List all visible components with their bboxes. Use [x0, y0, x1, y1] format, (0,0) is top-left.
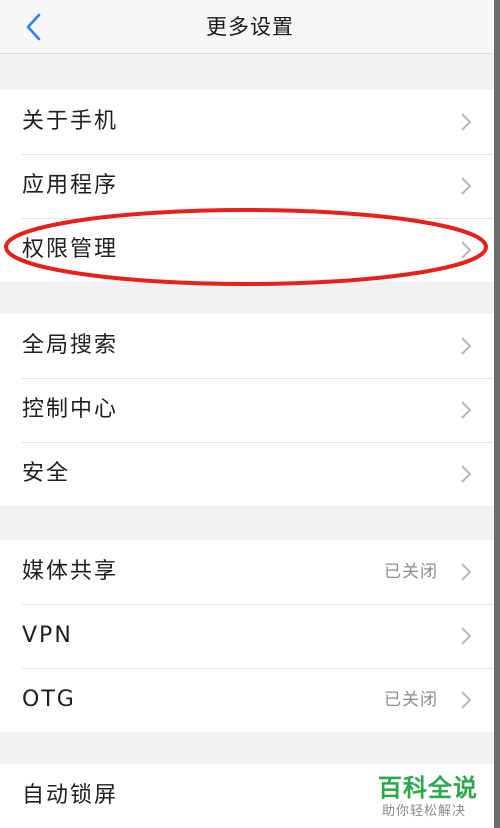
settings-row-media-sharing[interactable]: 媒体共享 已关闭: [0, 540, 494, 604]
row-label: OTG: [22, 687, 76, 712]
row-label: VPN: [22, 623, 73, 648]
watermark: 百科全说 助你轻松解决: [372, 766, 488, 822]
watermark-subtitle: 助你轻松解决: [382, 804, 467, 819]
row-label: 自动锁屏: [22, 783, 119, 808]
chevron-right-icon: [461, 465, 472, 483]
settings-row-permissions[interactable]: 权限管理: [0, 218, 494, 282]
settings-row-about-phone[interactable]: 关于手机: [0, 90, 494, 154]
settings-group-system: 全局搜索 控制中心 安全: [0, 314, 494, 506]
row-status: 已关闭: [384, 562, 438, 582]
settings-row-otg[interactable]: OTG 已关闭: [0, 668, 494, 732]
row-label: 权限管理: [22, 237, 119, 262]
settings-row-control-center[interactable]: 控制中心: [0, 378, 494, 442]
settings-row-applications[interactable]: 应用程序: [0, 154, 494, 218]
watermark-title: 百科全说: [378, 774, 478, 802]
row-label: 控制中心: [22, 397, 119, 422]
chevron-right-icon: [461, 627, 472, 645]
scroll-edge: [494, 0, 500, 828]
row-label: 关于手机: [22, 109, 119, 134]
chevron-right-icon: [461, 563, 472, 581]
chevron-right-icon: [461, 113, 472, 131]
settings-group-device: 关于手机 应用程序 权限管理: [0, 90, 494, 282]
settings-row-vpn[interactable]: VPN: [0, 604, 494, 668]
chevron-right-icon: [461, 241, 472, 259]
chevron-right-icon: [461, 177, 472, 195]
settings-row-global-search[interactable]: 全局搜索: [0, 314, 494, 378]
top-bar: 更多设置: [0, 0, 500, 54]
chevron-right-icon: [461, 337, 472, 355]
page-title: 更多设置: [206, 15, 294, 39]
row-label: 安全: [22, 461, 71, 486]
chevron-right-icon: [461, 401, 472, 419]
chevron-right-icon: [461, 691, 472, 709]
settings-row-security[interactable]: 安全: [0, 442, 494, 506]
row-label: 应用程序: [22, 173, 119, 198]
settings-group-connections: 媒体共享 已关闭 VPN OTG 已关闭: [0, 540, 494, 732]
row-label: 媒体共享: [22, 559, 119, 584]
row-status: 已关闭: [384, 690, 438, 710]
row-label: 全局搜索: [22, 333, 119, 358]
